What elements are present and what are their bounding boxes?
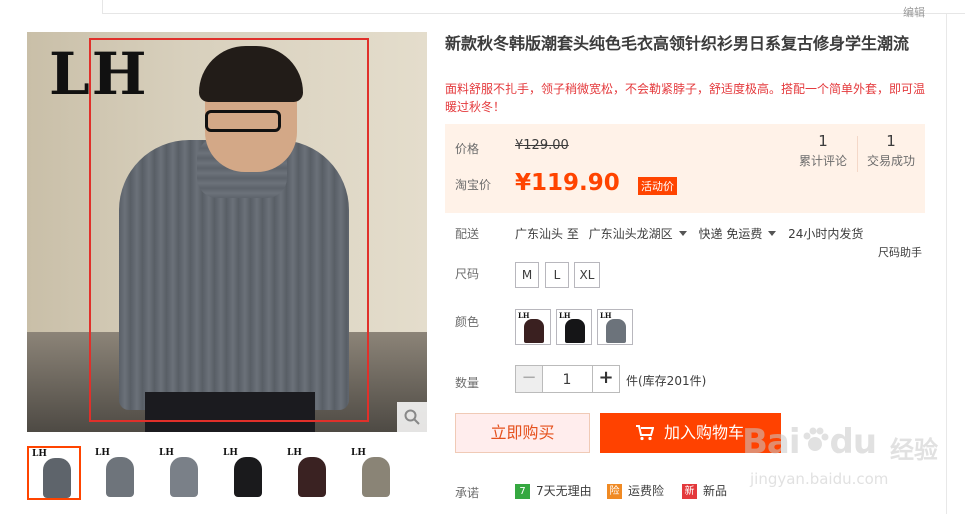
product-subtitle: 面料舒服不扎手，领子稍微宽松，不会勒紧脖子，舒适度极高。搭配一个简单外套，即可温… [445, 82, 926, 114]
dispatch-time: 24小时内发货 [788, 227, 864, 241]
watermark-brand: Bai du [742, 422, 878, 462]
thumb-2[interactable]: LH [91, 446, 145, 500]
quantity-input[interactable]: 1 [542, 365, 592, 393]
paw-icon [803, 427, 829, 451]
thumbnail-strip: LH LH LH LH LH LH [27, 446, 427, 502]
color-option-burgundy[interactable]: LH [515, 309, 551, 345]
chevron-down-icon[interactable] [678, 231, 687, 236]
shipping-from: 广东汕头 至 [515, 227, 579, 241]
color-option-black[interactable]: LH [556, 309, 592, 345]
thumb-5[interactable]: LH [283, 446, 337, 500]
promise-text: 7天无理由 [536, 484, 592, 498]
price-label: 价格 [455, 142, 480, 156]
thumb-3[interactable]: LH [155, 446, 209, 500]
thumb-logo: LH [223, 448, 238, 458]
shipping-label: 配送 [455, 227, 480, 241]
promise-shipping-insurance[interactable]: 险运费险 [607, 482, 664, 499]
size-option-l[interactable]: L [545, 262, 569, 288]
quantity-decrement-button[interactable]: − [515, 365, 543, 393]
main-product-image[interactable]: LH [27, 32, 427, 432]
promise-text: 运费险 [628, 484, 665, 498]
watermark-url: jingyan.baidu.com [750, 470, 889, 488]
deal-count-value: 1 [886, 132, 896, 150]
top-strip [102, 0, 965, 14]
thumb-figure [43, 458, 71, 498]
watermark-brand-part1: Bai [742, 422, 801, 462]
cart-icon [636, 425, 654, 441]
shipping-destination[interactable]: 广东汕头龙湖区 [589, 227, 673, 241]
deal-count: 1 交易成功 [857, 132, 925, 169]
promise-label: 承诺 [455, 486, 480, 500]
thumb-logo: LH [351, 448, 366, 458]
color-option-grey[interactable]: LH [597, 309, 633, 345]
thumb-figure [298, 457, 326, 497]
color-swatch-figure [524, 319, 544, 343]
highlight-frame [89, 38, 369, 422]
size-label: 尺码 [455, 267, 480, 281]
promo-price: ¥119.90 [515, 170, 620, 196]
review-count-value: 1 [818, 132, 828, 150]
price-panel: 价格 ¥129.00 淘宝价 ¥119.90 活动价 1 累计评论 1 交易成功 [445, 124, 925, 213]
original-price: ¥129.00 [515, 138, 569, 153]
magnifier-icon [404, 409, 420, 425]
size-helper-link[interactable]: 尺码助手 [878, 244, 922, 260]
stock-info: 件(库存201件) [626, 374, 707, 388]
color-logo: LH [600, 311, 612, 320]
thumb-logo: LH [32, 449, 47, 459]
edit-link[interactable]: 编辑 [903, 4, 925, 20]
color-swatch-figure [565, 319, 585, 343]
thumb-figure [106, 457, 134, 497]
promise-new-product[interactable]: 新新品 [682, 482, 727, 499]
watermark-cn: 经验 [890, 436, 938, 464]
thumb-logo: LH [287, 448, 302, 458]
seven-day-icon: 7 [515, 484, 530, 499]
add-to-cart-label: 加入购物车 [664, 423, 745, 442]
thumb-logo: LH [95, 448, 110, 458]
color-swatch-figure [606, 319, 626, 343]
color-logo: LH [559, 311, 571, 320]
shipping-method[interactable]: 快递 免运费 [699, 227, 763, 241]
review-count-label: 累计评论 [798, 154, 847, 168]
buy-now-button[interactable]: 立即购买 [455, 413, 590, 453]
size-option-xl[interactable]: XL [574, 262, 600, 288]
new-product-icon: 新 [682, 484, 697, 499]
quantity-increment-button[interactable]: + [592, 365, 620, 393]
promise-text: 新品 [703, 484, 728, 498]
color-label: 颜色 [455, 315, 480, 329]
thumb-1[interactable]: LH [27, 446, 81, 500]
watermark-brand-part2: du [829, 422, 878, 462]
right-border [946, 14, 947, 514]
insurance-icon: 险 [607, 484, 622, 499]
thumb-figure [170, 457, 198, 497]
color-logo: LH [518, 311, 530, 320]
quantity-label: 数量 [455, 376, 480, 390]
thumb-6[interactable]: LH [347, 446, 401, 500]
thumb-logo: LH [159, 448, 174, 458]
shipping-info: 广东汕头 至 广东汕头龙湖区 快递 免运费 24小时内发货 [515, 225, 863, 242]
size-option-m[interactable]: M [515, 262, 539, 288]
baidu-watermark: Bai du 经验 jingyan.baidu.com [742, 410, 942, 500]
chevron-down-icon[interactable] [768, 231, 777, 236]
deal-count-label: 交易成功 [866, 154, 915, 168]
zoom-button[interactable] [397, 402, 427, 432]
promise-7day-return[interactable]: 7 7天无理由 [515, 482, 592, 499]
thumb-4[interactable]: LH [219, 446, 273, 500]
thumb-figure [234, 457, 262, 497]
review-count[interactable]: 1 累计评论 [789, 132, 857, 169]
product-title: 新款秋冬韩版潮套头纯色毛衣高领针织衫男日系复古修身学生潮流 [445, 34, 910, 53]
thumb-figure [362, 457, 390, 497]
promo-tag: 活动价 [638, 177, 677, 195]
promo-price-label: 淘宝价 [455, 178, 492, 192]
